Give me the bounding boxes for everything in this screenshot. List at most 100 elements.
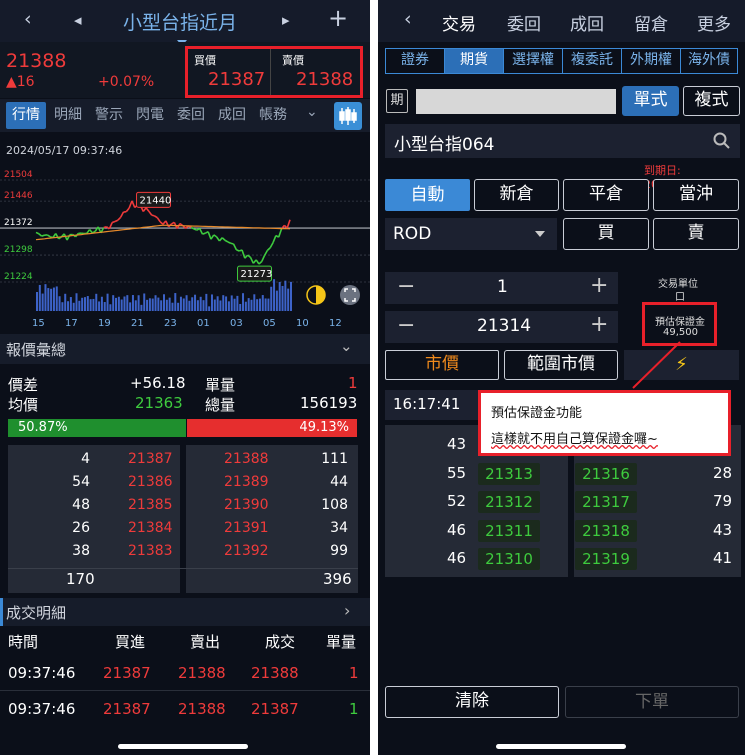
add-icon[interactable]: + [328,4,348,32]
low-tag-label: 21273 [241,269,273,280]
tab-detail[interactable]: 明細 [54,104,82,124]
account-type-tag: 期 [386,89,408,113]
price-line-segment [35,231,40,235]
ask-price[interactable]: 21390 [224,497,269,513]
nav-positions[interactable]: 留倉 [634,10,668,35]
price-chart[interactable]: 21504 21446 21372 21298 21224 21440 21273 15 17 1… [0,160,370,332]
half-circle-icon[interactable] [306,285,326,305]
mode-new-position-button[interactable]: 新倉 [474,179,559,211]
volume-bar [64,293,67,311]
ask-price[interactable]: 21388 [224,451,269,467]
book-ask-qty: 79 [713,492,733,510]
nav-fill-report[interactable]: 成回 [570,10,604,35]
qty-plus-icon[interactable]: + [590,273,608,298]
more-tabs-chevron-icon[interactable]: ⌄ [306,104,318,120]
home-indicator[interactable] [496,744,626,749]
x-tick-label: 19 [98,318,111,329]
volume-bar [160,300,163,311]
mode-day-trade-button[interactable]: 當沖 [653,179,739,211]
volume-bar [281,285,284,311]
nav-trade[interactable]: 交易 [442,10,476,35]
summary-header[interactable]: 報價彙總 ⌄ [0,334,370,364]
tab-securities[interactable]: 證券 [385,48,445,74]
price-line-segment [221,237,226,241]
clear-button[interactable]: 清除 [385,686,559,718]
tab-foreign-futures[interactable]: 外期權 [621,48,681,74]
mode-close-position-button[interactable]: 平倉 [563,179,649,211]
book-bid-price[interactable]: 21311 [478,519,540,542]
account-field[interactable] [416,89,616,114]
tab-futures[interactable]: 期貨 [444,48,504,74]
tab-options[interactable]: 選擇權 [503,48,563,74]
nav-order-report[interactable]: 委回 [507,10,541,35]
multi-order-button[interactable]: 複式 [683,86,740,116]
collapse-chevron-icon[interactable]: ⌄ [340,337,353,355]
book-bid-price[interactable]: 21310 [478,548,540,570]
tab-fills[interactable]: 成回 [218,104,246,124]
order-screen: ‹ 交易 委回 成回 留倉 更多 證券 期貨 選擇權 複委託 外期權 海外債 期… [378,0,745,755]
back-icon[interactable]: ‹ [404,8,412,30]
volume-bar [196,300,199,311]
single-order-button[interactable]: 單式 [622,86,679,116]
volume-bar [278,281,281,311]
chart-style-icon[interactable] [334,102,362,130]
search-icon[interactable] [713,132,731,150]
sell-button[interactable]: 賣 [653,218,739,250]
bid-price[interactable]: 21387 [208,69,265,90]
volume-bar [247,298,250,311]
fullscreen-icon[interactable] [340,285,360,305]
next-product-icon[interactable]: ▸ [282,11,290,29]
price-minus-icon[interactable]: − [397,313,415,338]
tab-orders[interactable]: 委回 [177,104,205,124]
price-change: ▲16 [6,74,35,90]
summary-title: 報價彙總 [6,341,67,359]
prev-product-icon[interactable]: ◂ [74,11,82,29]
product-search[interactable]: 小型台指064 [385,124,740,158]
price-stepper[interactable]: − 21314 + [385,311,618,343]
price-line-segment [272,235,277,243]
tab-alert[interactable]: 警示 [95,104,123,124]
ask-price[interactable]: 21389 [224,474,269,490]
home-indicator[interactable] [118,744,248,749]
mode-auto-button[interactable]: 自動 [385,179,470,211]
volume-bar [89,299,92,311]
tab-flash[interactable]: 閃電 [136,104,164,124]
trades-header[interactable]: 成交明細 › [0,598,370,626]
product-title[interactable]: 小型台指近月 [123,8,237,35]
submit-order-button[interactable]: 下單 [565,686,739,718]
bid-price[interactable]: 21383 [128,543,173,559]
tif-select[interactable]: ROD [385,218,557,250]
bid-price[interactable]: 21386 [128,474,173,490]
y-tick-label: 21372 [4,218,33,228]
nav-more[interactable]: 更多 [697,10,731,35]
bid-price[interactable]: 21385 [128,497,173,513]
book-bid-price[interactable]: 21313 [478,462,540,485]
market-order-button[interactable]: 市價 [385,350,499,380]
book-ask-price[interactable]: 21317 [575,491,637,513]
col-qty: 單量 [326,633,357,651]
back-icon[interactable]: ‹ [24,8,32,30]
book-ask-price[interactable]: 21319 [575,548,637,570]
tab-foreign-bonds[interactable]: 海外債 [680,48,738,74]
quantity-stepper[interactable]: − 1 + [385,272,618,304]
tab-quote[interactable]: 行情 [12,104,40,124]
ask-price[interactable]: 21392 [224,543,269,559]
bid-price[interactable]: 21384 [128,520,173,536]
spread-label: 價差 [8,376,39,394]
book-ask-price[interactable]: 21316 [575,462,637,485]
tab-sub-brokerage[interactable]: 複委託 [562,48,622,74]
ask-price[interactable]: 21388 [296,69,353,90]
ask-price[interactable]: 21391 [224,520,269,536]
tab-account[interactable]: 帳務 [259,104,287,124]
qty-minus-icon[interactable]: − [397,274,415,299]
book-bid-price[interactable]: 21312 [478,491,540,513]
book-ask-price[interactable]: 21318 [575,519,637,542]
volume-bar [44,284,47,311]
range-market-button[interactable]: 範圍市價 [504,350,618,380]
buy-button[interactable]: 買 [563,218,649,250]
price-line-segment [266,247,271,251]
ask-qty: 111 [321,451,348,467]
price-plus-icon[interactable]: + [590,312,608,337]
bid-price[interactable]: 21387 [128,451,173,467]
trades-more-chevron-icon[interactable]: › [344,601,350,620]
